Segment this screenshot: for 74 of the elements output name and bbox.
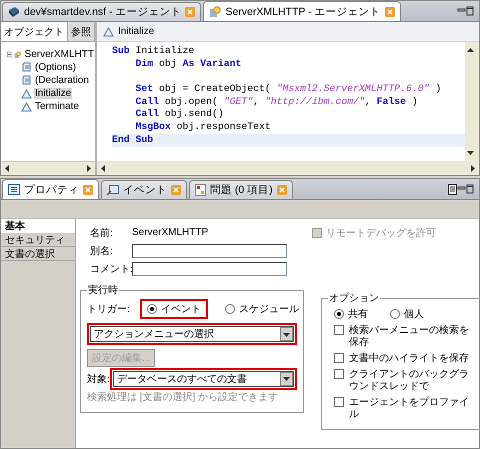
code-line: Call obj.open( "GET", "http://ibm.com/", False ) bbox=[134, 96, 419, 108]
sidebar-item[interactable]: セキュリティ bbox=[1, 233, 75, 247]
option-checkbox[interactable]: クライアントのバックグラウンドスレッドで bbox=[328, 369, 475, 393]
tab-label: 問題 (0 項目) bbox=[210, 183, 273, 197]
group-title: 実行時 bbox=[87, 284, 119, 297]
right-arrow-icon[interactable] bbox=[468, 164, 477, 172]
tree-item[interactable]: Terminate bbox=[34, 101, 80, 112]
event-window-icon bbox=[107, 184, 119, 196]
code-line: Set obj = CreateObject( "Msxml2.ServerXMLHTTP.6.0" ) bbox=[134, 83, 442, 96]
option-checkbox[interactable]: 文書中のハイライトを保存 bbox=[328, 353, 475, 365]
radio-option[interactable]: 共有 bbox=[334, 307, 368, 321]
tree-item[interactable]: (Declaration bbox=[34, 75, 90, 86]
maximize-icon[interactable] bbox=[466, 6, 475, 16]
agent-icon bbox=[209, 6, 222, 18]
script-icon bbox=[21, 75, 32, 86]
field-label: 名前: bbox=[90, 226, 114, 240]
hint-text: 検索処理は [文書の選択] から設定できます bbox=[87, 390, 280, 404]
tree-item[interactable]: Initialize bbox=[34, 88, 72, 99]
menu-icon[interactable] bbox=[448, 184, 457, 194]
problems-icon bbox=[195, 184, 206, 196]
scrollbar[interactable] bbox=[1, 161, 95, 175]
editor-tab[interactable]: ServerXMLHTTP - エージェント bbox=[203, 1, 401, 21]
script-icon bbox=[21, 62, 32, 73]
editor-tab[interactable]: dev¥smartdev.nsf - エージェント bbox=[2, 2, 202, 21]
tab-label: dev¥smartdev.nsf - エージェント bbox=[24, 5, 182, 19]
left-arrow-icon[interactable] bbox=[3, 164, 12, 173]
triangle-icon bbox=[21, 102, 32, 112]
code-line: Call obj.send() bbox=[134, 108, 225, 122]
code-line: Dim obj As Variant bbox=[134, 58, 242, 70]
option-checkbox[interactable]: 検索バーメニューの検索を保存 bbox=[328, 325, 475, 349]
radio-option[interactable]: 個人 bbox=[390, 307, 424, 321]
code-line: Sub Initialize bbox=[112, 45, 196, 58]
agent-name: ServerXMLHTTP bbox=[132, 227, 210, 238]
option-checkbox[interactable]: エージェントをプロファイル bbox=[328, 397, 475, 421]
triangle-icon bbox=[103, 26, 114, 36]
tab-label: プロパティ bbox=[24, 182, 79, 196]
down-arrow-icon[interactable] bbox=[466, 148, 475, 157]
properties-icon bbox=[8, 184, 20, 195]
field-label: コメント: bbox=[90, 262, 132, 276]
view-tab[interactable]: イベント bbox=[101, 180, 187, 199]
scrollbar[interactable] bbox=[465, 42, 479, 161]
event-dropdown[interactable]: アクションメニューの選択 bbox=[90, 326, 294, 342]
tab-label: イベント bbox=[123, 183, 167, 197]
field-label: 別名: bbox=[90, 244, 114, 258]
radio-option[interactable]: スケジュール bbox=[218, 299, 306, 319]
editor-header: Initialize bbox=[118, 26, 154, 37]
maximize-icon[interactable] bbox=[466, 184, 475, 194]
view-tab[interactable]: 問題 (0 項目) bbox=[189, 180, 293, 199]
tree-item[interactable]: ServerXMLHTT bbox=[24, 49, 95, 60]
view-tab[interactable]: プロパティ bbox=[2, 179, 99, 199]
dropdown-arrow-icon[interactable] bbox=[282, 374, 291, 383]
input-field[interactable] bbox=[132, 262, 287, 276]
sidebar-item[interactable]: 基本 bbox=[1, 219, 75, 233]
left-arrow-icon[interactable] bbox=[99, 164, 108, 172]
database-icon bbox=[8, 6, 20, 18]
right-arrow-icon[interactable] bbox=[84, 164, 93, 173]
tree-item[interactable]: (Options) bbox=[34, 62, 78, 73]
collapse-icon[interactable] bbox=[7, 50, 12, 59]
radio-option[interactable]: イベント bbox=[140, 299, 208, 319]
field-label: トリガー: bbox=[87, 303, 130, 316]
sidebar-item[interactable]: 文書の選択 bbox=[1, 247, 75, 261]
tab-label: ServerXMLHTTP - エージェント bbox=[225, 4, 381, 18]
panel-tab[interactable]: 参照 bbox=[68, 22, 95, 41]
panel-tab[interactable]: オブジェクト bbox=[1, 22, 68, 41]
scrollbar[interactable] bbox=[97, 161, 479, 175]
code-line: MsgBox obj.responseText bbox=[134, 121, 272, 134]
target-dropdown[interactable]: データベースのすべての文書 bbox=[112, 370, 294, 386]
triangle-icon bbox=[21, 88, 32, 98]
minimize-icon[interactable] bbox=[457, 184, 466, 192]
agent-icon bbox=[14, 48, 22, 60]
group-title: オプション bbox=[328, 292, 380, 305]
up-arrow-icon[interactable] bbox=[466, 46, 475, 55]
input-field[interactable] bbox=[132, 244, 287, 258]
field-label: 対象: bbox=[87, 372, 110, 386]
